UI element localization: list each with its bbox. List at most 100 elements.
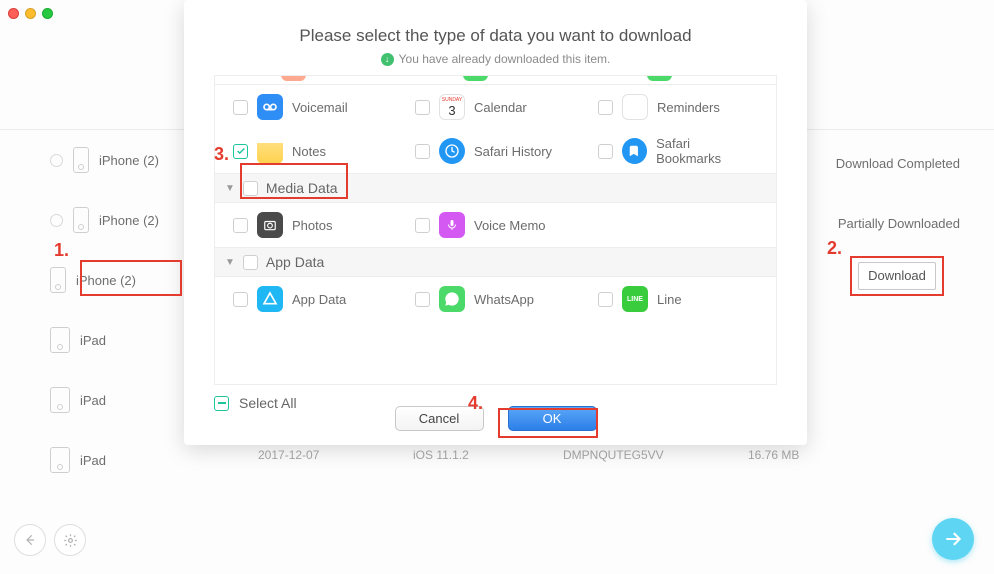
step-4-highlight [498, 408, 598, 438]
maximize-window-icon[interactable] [42, 8, 53, 19]
tablet-icon [50, 447, 70, 473]
checkbox[interactable] [598, 100, 613, 115]
line-icon: LINE [622, 286, 648, 312]
checkbox[interactable] [598, 292, 613, 307]
item-label: Calendar [474, 100, 527, 115]
modal-subtitle: ↓ You have already downloaded this item. [184, 52, 807, 66]
device-row[interactable]: iPhone (2) [50, 204, 180, 236]
item-label: Reminders [657, 100, 720, 115]
reminders-icon [622, 94, 648, 120]
checkbox[interactable] [415, 144, 430, 159]
data-row: Voicemail SUNDAY3 Calendar Reminders [215, 85, 776, 129]
proceed-button[interactable] [932, 518, 974, 560]
device-row[interactable]: iPad [50, 384, 180, 416]
checkbox[interactable] [598, 144, 613, 159]
item-safari-history[interactable]: Safari History [397, 138, 580, 164]
step-3-highlight [240, 163, 348, 199]
data-row: Photos Voice Memo [215, 203, 776, 247]
radio-icon[interactable] [50, 214, 63, 227]
chevron-down-icon[interactable]: ▼ [225, 257, 235, 268]
backup-date: 2017-12-07 [258, 448, 413, 462]
checkbox[interactable] [243, 255, 258, 270]
section-app-data[interactable]: ▼ App Data [215, 247, 776, 277]
status-partial: Partially Downloaded [810, 216, 960, 231]
messages-icon [463, 76, 488, 81]
item-voice-memo[interactable]: Voice Memo [397, 212, 580, 238]
arrow-left-icon [23, 533, 37, 547]
arrow-right-icon [943, 529, 963, 549]
item-calendar[interactable]: SUNDAY3 Calendar [397, 94, 580, 120]
backup-serial: DMPNQUTEG5VV [563, 448, 748, 462]
voice-memo-icon [439, 212, 465, 238]
safari-history-icon [439, 138, 465, 164]
item-label: Voicemail [292, 100, 348, 115]
item-label: WhatsApp [474, 292, 534, 307]
checkbox[interactable] [233, 100, 248, 115]
modal-title: Please select the type of data you want … [184, 0, 807, 46]
contacts-icon [281, 76, 306, 81]
checkbox[interactable] [415, 292, 430, 307]
device-label: iPhone (2) [99, 153, 159, 168]
step-1-highlight [80, 260, 182, 296]
item-label: Voice Memo [474, 218, 546, 233]
voicemail-icon [257, 94, 283, 120]
item-label: Notes [292, 144, 326, 159]
select-all-row[interactable]: Select All [214, 395, 297, 411]
safari-bookmarks-icon [622, 138, 647, 164]
item-label: App Data [292, 292, 346, 307]
notes-icon [257, 138, 283, 164]
checkbox[interactable] [415, 218, 430, 233]
gear-icon [63, 533, 78, 548]
status-completed: Download Completed [810, 156, 960, 171]
chevron-down-icon[interactable]: ▼ [225, 183, 235, 194]
device-label: iPad [80, 333, 106, 348]
device-sidebar: iPhone (2) iPhone (2) iPhone (2) iPad iP… [50, 144, 180, 504]
checkbox-indeterminate[interactable] [214, 396, 229, 411]
item-app-data[interactable]: App Data [215, 286, 397, 312]
checkbox[interactable] [233, 218, 248, 233]
item-photos[interactable]: Photos [215, 212, 397, 238]
checkbox[interactable] [233, 292, 248, 307]
radio-icon[interactable] [50, 154, 63, 167]
phone-icon [73, 147, 89, 173]
select-all-label: Select All [239, 395, 297, 411]
window-controls [8, 8, 53, 19]
phone-icon [73, 207, 89, 233]
step-4-label: 4. [468, 393, 483, 414]
backup-os: iOS 11.1.2 [413, 448, 563, 462]
section-label: App Data [266, 254, 324, 270]
item-reminders[interactable]: Reminders [580, 94, 755, 120]
backup-table-row: 2017-12-07 iOS 11.1.2 DMPNQUTEG5VV 16.76… [258, 448, 799, 462]
navigation-controls [14, 524, 86, 556]
minimize-window-icon[interactable] [25, 8, 36, 19]
data-type-modal: Please select the type of data you want … [184, 0, 807, 445]
device-row[interactable]: iPhone (2) [50, 144, 180, 176]
item-voicemail[interactable]: Voicemail [215, 94, 397, 120]
facetime-icon [647, 76, 672, 81]
item-whatsapp[interactable]: WhatsApp [397, 286, 580, 312]
item-line[interactable]: LINE Line [580, 286, 755, 312]
modal-subtitle-text: You have already downloaded this item. [399, 52, 611, 66]
device-row[interactable]: iPad [50, 324, 180, 356]
item-label: Line [657, 292, 682, 307]
downloaded-icon: ↓ [381, 53, 394, 66]
tablet-icon [50, 387, 70, 413]
close-window-icon[interactable] [8, 8, 19, 19]
checkbox[interactable] [415, 100, 430, 115]
device-row[interactable]: iPad [50, 444, 180, 476]
backup-size: 16.76 MB [748, 448, 799, 462]
item-safari-bookmarks[interactable]: Safari Bookmarks [580, 136, 755, 166]
step-2-label: 2. [827, 238, 842, 259]
step-1-label: 1. [54, 240, 69, 261]
item-label: Safari History [474, 144, 552, 159]
checkbox[interactable] [233, 144, 248, 159]
whatsapp-icon [439, 286, 465, 312]
phone-icon [50, 267, 66, 293]
device-label: iPad [80, 393, 106, 408]
back-button[interactable] [14, 524, 46, 556]
settings-button[interactable] [54, 524, 86, 556]
data-type-list[interactable]: Voicemail SUNDAY3 Calendar Reminders Not… [214, 75, 777, 385]
item-notes[interactable]: Notes [215, 138, 397, 164]
calendar-icon: SUNDAY3 [439, 94, 465, 120]
device-label: iPhone (2) [99, 213, 159, 228]
